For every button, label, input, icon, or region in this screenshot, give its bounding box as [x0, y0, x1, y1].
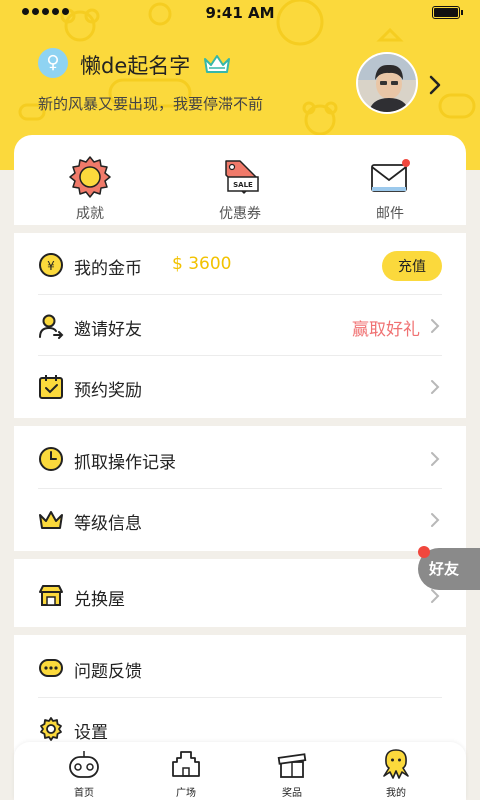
quick-action-label: 成就	[76, 206, 104, 222]
chevron-right-icon	[431, 589, 440, 603]
gender-female-icon: ♀	[38, 48, 68, 78]
castle-icon	[172, 751, 200, 777]
section-divider	[14, 551, 466, 559]
shop-icon	[39, 585, 63, 606]
section-divider	[14, 418, 466, 426]
battery-icon	[432, 6, 463, 19]
menu-row-label: 兑换屋	[74, 590, 125, 610]
menu-card: 成就 SALE 优惠券 邮件 ¥ 我的金币 $ 3600 充值 邀请好友 赢取好…	[14, 135, 466, 800]
row-divider	[38, 697, 442, 698]
chevron-right-icon[interactable]	[428, 74, 442, 96]
chevron-right-icon	[431, 513, 440, 527]
menu-row-label: 等级信息	[74, 514, 142, 534]
chevron-right-icon	[431, 319, 440, 333]
avatar[interactable]	[356, 52, 418, 114]
row-divider	[38, 355, 442, 356]
status-bar: 9:41 AM	[0, 0, 480, 26]
tab-prizes[interactable]: 奖品	[252, 748, 332, 799]
bottom-tab-bar: 首页 广场 奖品 我的	[14, 742, 466, 800]
sale-tag-icon: SALE	[225, 160, 259, 194]
recharge-button[interactable]: 充值	[382, 251, 442, 281]
gift-box-icon	[277, 753, 307, 778]
medal-icon	[69, 156, 111, 198]
section-divider	[14, 627, 466, 635]
quick-action-achievements[interactable]: 成就	[35, 155, 145, 223]
crown-icon	[39, 511, 63, 529]
menu-row-label: 设置	[74, 723, 108, 743]
tab-square[interactable]: 广场	[146, 748, 226, 799]
invite-reward-text: 赢取好礼	[352, 320, 420, 340]
invite-user-icon	[39, 314, 64, 339]
menu-row-feedback[interactable]: 问题反馈	[14, 638, 466, 698]
notification-dot	[418, 546, 430, 558]
tab-label: 广场	[176, 788, 196, 799]
menu-row-invite[interactable]: 邀请好友 赢取好礼	[14, 296, 466, 356]
chat-bubble-icon	[39, 659, 63, 677]
menu-row-exchange[interactable]: 兑换屋	[14, 566, 466, 626]
tab-home[interactable]: 首页	[44, 748, 124, 799]
quick-action-label: 邮件	[376, 206, 404, 222]
octopus-icon	[383, 749, 409, 779]
menu-row-reservation[interactable]: 预约奖励	[14, 357, 466, 417]
menu-row-grab-records[interactable]: 抓取操作记录	[14, 429, 466, 489]
chevron-right-icon	[431, 452, 440, 466]
tab-label: 我的	[386, 788, 406, 799]
clock-icon	[39, 447, 63, 471]
quick-action-label: 优惠券	[219, 206, 261, 222]
tab-mine[interactable]: 我的	[356, 748, 436, 799]
status-time: 9:41 AM	[205, 4, 275, 22]
menu-row-level[interactable]: 等级信息	[14, 490, 466, 550]
coin-icon: ¥	[39, 253, 63, 277]
svg-text:¥: ¥	[47, 259, 55, 273]
gear-icon	[40, 717, 62, 741]
menu-row-coins[interactable]: ¥ 我的金币 $ 3600 充值	[14, 235, 466, 295]
username[interactable]: 懒de起名字	[80, 50, 190, 80]
row-divider	[38, 294, 442, 295]
vip-crown-icon	[204, 55, 230, 73]
chevron-right-icon	[431, 380, 440, 394]
quick-actions: 成就 SALE 优惠券 邮件	[14, 135, 466, 225]
calendar-check-icon	[39, 375, 63, 399]
row-divider	[38, 488, 442, 489]
tab-label: 首页	[74, 788, 94, 799]
menu-row-label: 我的金币	[74, 259, 142, 279]
quick-action-coupons[interactable]: SALE 优惠券	[185, 155, 295, 223]
mail-icon	[371, 159, 410, 192]
menu-row-label: 问题反馈	[74, 662, 142, 682]
svg-text:SALE: SALE	[233, 181, 253, 189]
profile-signature: 新的风暴又要出现，我要停滞不前	[38, 95, 264, 113]
section-divider	[14, 225, 466, 233]
coin-balance: $ 3600	[172, 254, 232, 274]
menu-row-label: 邀请好友	[74, 320, 142, 340]
gamepad-icon	[69, 751, 99, 778]
quick-action-mail[interactable]: 邮件	[335, 155, 445, 223]
menu-row-label: 抓取操作记录	[74, 453, 176, 473]
menu-row-label: 预约奖励	[74, 381, 142, 401]
tab-label: 奖品	[282, 788, 302, 799]
